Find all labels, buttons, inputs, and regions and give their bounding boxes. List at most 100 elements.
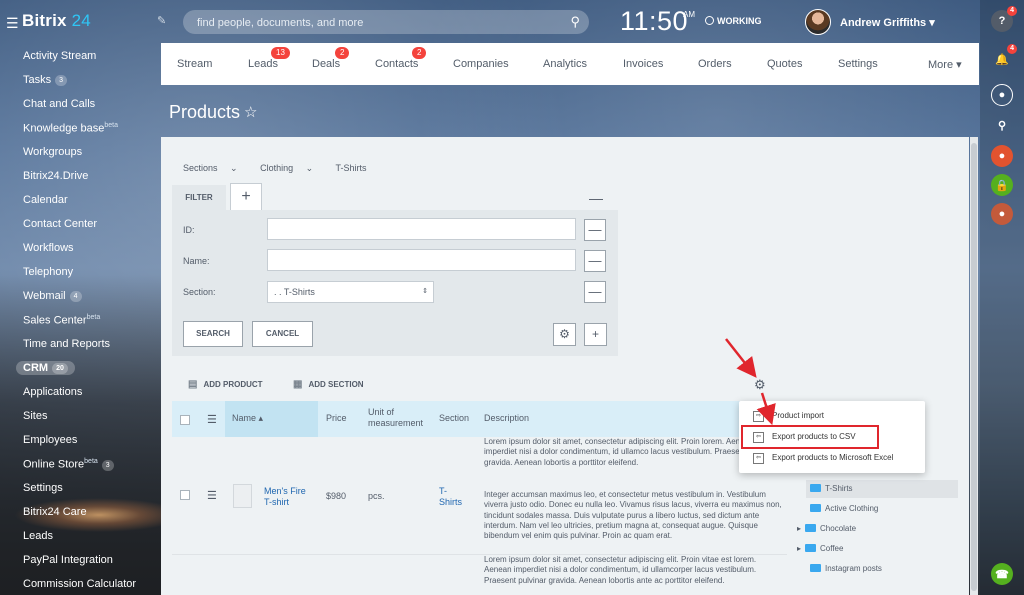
breadcrumb-item[interactable]: Clothing ⌄	[260, 163, 323, 173]
tab-analytics[interactable]: Analytics	[543, 58, 587, 70]
search-side-button[interactable]: ⚲	[991, 114, 1013, 136]
scrollbar-thumb[interactable]	[971, 143, 977, 591]
user-name-label: Andrew Griffiths	[840, 17, 927, 29]
tree-item-tshirts[interactable]: T-Shirts	[806, 484, 853, 493]
contact-avatar-1[interactable]: ●	[991, 145, 1013, 167]
sidebar-item-activity-stream[interactable]: Activity Stream	[23, 50, 96, 62]
lock-button[interactable]: 🔒	[991, 174, 1013, 196]
remove-name-field-button[interactable]: —	[584, 250, 606, 272]
filter-settings-button[interactable]: ⚙	[553, 323, 576, 346]
sidebar-item-leads[interactable]: Leads	[23, 530, 53, 542]
remove-section-field-button[interactable]: —	[584, 281, 606, 303]
row-menu-icon[interactable]: ☰	[207, 489, 217, 502]
chevron-right-icon: ▸	[797, 544, 802, 553]
name-column-header[interactable]: Name ▴	[225, 401, 318, 437]
product-name-link[interactable]: Men's Fire T-shirt	[264, 486, 316, 508]
search-input[interactable]	[195, 10, 559, 36]
sidebar-item-paypal[interactable]: PayPal Integration	[23, 554, 113, 566]
tab-companies[interactable]: Companies	[453, 58, 509, 70]
hamburger-icon[interactable]: ☰	[6, 15, 19, 32]
sidebar-item-sites[interactable]: Sites	[23, 410, 47, 422]
search-bar[interactable]: ⚲	[183, 10, 589, 36]
sidebar-item-workgroups[interactable]: Workgroups	[23, 146, 82, 158]
row-checkbox[interactable]	[180, 490, 190, 500]
menu-item-label: Product import	[772, 411, 825, 420]
work-status[interactable]: WORKING	[705, 16, 762, 26]
price-column-header[interactable]: Price	[326, 413, 347, 423]
export-icon: ⇦	[753, 453, 764, 464]
section-column-header[interactable]: Section	[439, 413, 469, 423]
tab-invoices[interactable]: Invoices	[623, 58, 663, 70]
clock-time[interactable]: 11:50	[620, 6, 688, 37]
sidebar-item-commission[interactable]: Commission Calculator	[23, 578, 136, 590]
sidebar-item-sales-center[interactable]: Sales Centerbeta	[23, 314, 100, 327]
sidebar-item-workflows[interactable]: Workflows	[23, 242, 74, 254]
sidebar-item-knowledge-base[interactable]: Knowledge basebeta	[23, 122, 118, 135]
tab-stream[interactable]: Stream	[177, 58, 212, 70]
section-icon: ▦	[293, 379, 303, 390]
product-section-link[interactable]: T-Shirts	[439, 486, 469, 508]
tab-settings[interactable]: Settings	[838, 58, 878, 70]
notifications-button[interactable]: 🔔 4	[991, 44, 1017, 70]
tab-deals[interactable]: Deals 2	[312, 47, 350, 70]
tree-item-coffee[interactable]: ▸ Coffee	[797, 544, 843, 553]
sidebar-item-settings[interactable]: Settings	[23, 482, 63, 494]
grid-settings-gear-icon[interactable]: ⚙	[754, 377, 766, 393]
tree-item-label: Instagram posts	[825, 564, 882, 573]
add-section-button[interactable]: ▦ ADD SECTION	[293, 379, 364, 390]
product-image[interactable]	[233, 484, 252, 508]
tree-item-active-clothing[interactable]: Active Clothing	[806, 504, 878, 513]
help-button[interactable]: ? 4	[991, 6, 1017, 32]
tab-more[interactable]: More ▾	[928, 58, 962, 71]
user-name[interactable]: Andrew Griffiths ▾	[840, 16, 935, 29]
logo[interactable]: Bitrix 24	[22, 11, 91, 31]
collapse-filter-button[interactable]: —	[589, 190, 603, 206]
sidebar-item-calendar[interactable]: Calendar	[23, 194, 68, 206]
unit-column-header[interactable]: Unit of measurement	[368, 407, 430, 429]
sidebar-item-chat[interactable]: Chat and Calls	[23, 98, 95, 110]
sidebar-item-contact-center[interactable]: Contact Center	[23, 218, 97, 230]
sidebar-item-webmail[interactable]: Webmail 4	[23, 290, 82, 302]
filter-tab[interactable]: FILTER	[172, 185, 226, 210]
section-select[interactable]: . . T-Shirts ⇕	[267, 281, 434, 303]
tree-item-instagram[interactable]: Instagram posts	[806, 564, 882, 573]
scrollbar[interactable]	[970, 137, 978, 595]
breadcrumb-item[interactable]: T-Shirts	[336, 163, 377, 173]
tab-quotes[interactable]: Quotes	[767, 58, 802, 70]
cancel-button[interactable]: CANCEL	[252, 321, 313, 347]
tab-leads[interactable]: Leads 13	[248, 47, 290, 70]
tab-contacts[interactable]: Contacts 2	[375, 47, 427, 70]
add-filter-tab-button[interactable]: +	[230, 183, 262, 211]
chat-button[interactable]: ●	[991, 84, 1013, 106]
pencil-icon[interactable]: ✎	[157, 14, 166, 27]
name-field[interactable]	[267, 249, 576, 271]
star-icon[interactable]: ☆	[244, 103, 257, 121]
sidebar-item-applications[interactable]: Applications	[23, 386, 82, 398]
select-all-checkbox[interactable]	[180, 415, 190, 425]
description-column-header[interactable]: Description	[484, 413, 529, 423]
contact-avatar-2[interactable]: ●	[991, 203, 1013, 225]
user-avatar[interactable]	[805, 9, 831, 35]
sidebar-item-telephony[interactable]: Telephony	[23, 266, 73, 278]
sidebar-item-employees[interactable]: Employees	[23, 434, 77, 446]
add-filter-field-button[interactable]: +	[584, 323, 607, 346]
id-field[interactable]	[267, 218, 576, 240]
tree-item-chocolate[interactable]: ▸ Chocolate	[797, 524, 856, 533]
breadcrumb-item[interactable]: Sections ⌄	[183, 163, 248, 173]
search-button[interactable]: SEARCH	[183, 321, 243, 347]
sidebar-item-time-reports[interactable]: Time and Reports	[23, 338, 110, 350]
remove-id-field-button[interactable]: —	[584, 219, 606, 241]
sidebar-item-care[interactable]: Bitrix24 Care	[23, 506, 87, 518]
call-button[interactable]: ☎	[991, 563, 1013, 585]
sidebar-item-tasks[interactable]: Tasks 3	[23, 74, 68, 86]
search-icon[interactable]: ⚲	[570, 14, 580, 30]
help-icon: ?	[998, 15, 1006, 27]
sidebar-item-drive[interactable]: Bitrix24.Drive	[23, 170, 88, 182]
add-product-button[interactable]: ▤ ADD PRODUCT	[188, 379, 263, 390]
column-menu-icon[interactable]: ☰	[207, 413, 217, 426]
sidebar-item-crm[interactable]: CRM 20	[16, 361, 75, 375]
tab-orders[interactable]: Orders	[698, 58, 732, 70]
menu-item-export-excel[interactable]: ⇦ Export products to Microsoft Excel	[739, 453, 925, 469]
sidebar-item-online-store[interactable]: Online Storebeta3	[23, 458, 114, 471]
clock-ampm: AM	[683, 10, 695, 19]
